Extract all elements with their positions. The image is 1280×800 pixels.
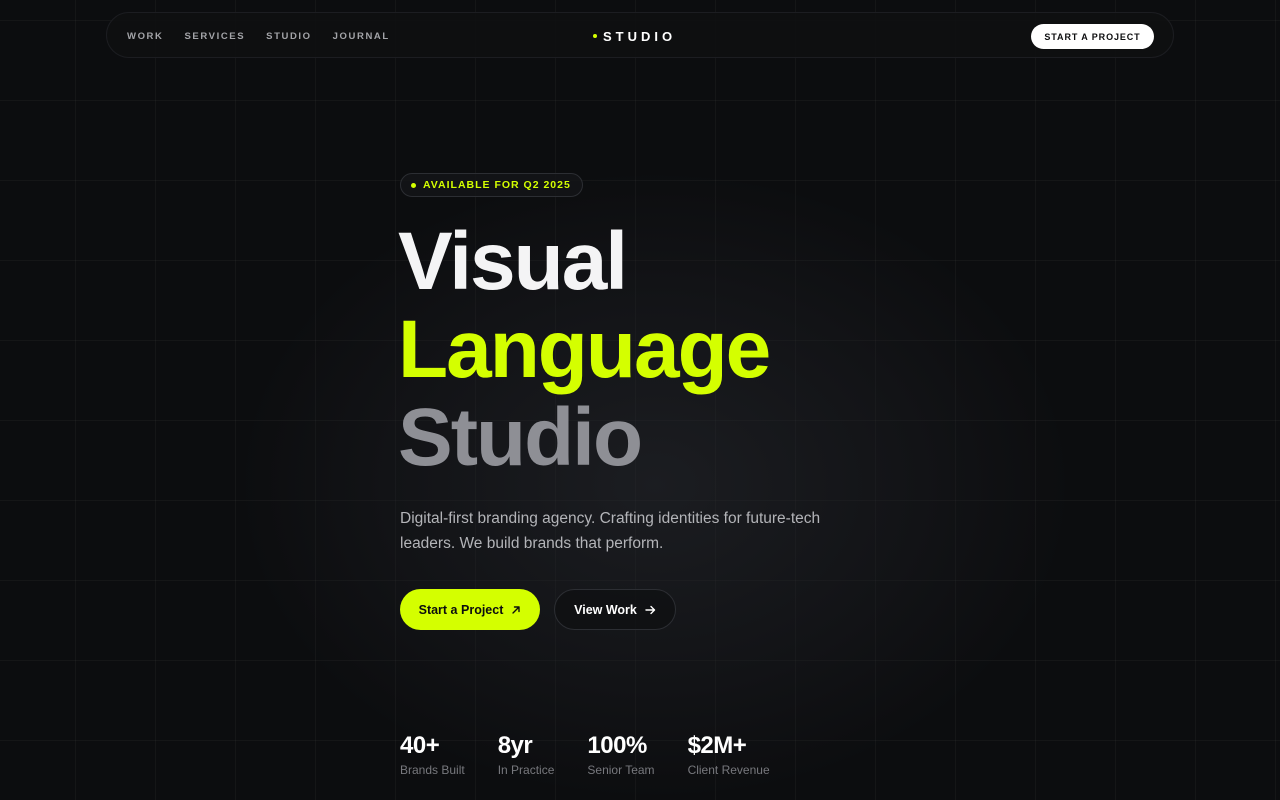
dot-icon	[593, 34, 597, 38]
nav-link-journal[interactable]: JOURNAL	[333, 31, 390, 42]
stat-brands: 40+ Brands Built	[400, 731, 465, 779]
stat-senior: 100% Senior Team	[587, 731, 654, 779]
page: WORK SERVICES STUDIO JOURNAL STUDIO STAR…	[0, 0, 1280, 800]
nav-links: WORK SERVICES STUDIO JOURNAL	[127, 13, 390, 59]
start-project-label: Start a Project	[418, 602, 504, 617]
start-project-nav-button[interactable]: START A PROJECT	[1031, 24, 1154, 49]
top-navigation: WORK SERVICES STUDIO JOURNAL STUDIO STAR…	[106, 12, 1174, 58]
arrow-up-right-icon	[511, 605, 521, 615]
start-project-button[interactable]: Start a Project	[400, 589, 540, 630]
hero-headline: Visual Language Studio	[398, 216, 771, 483]
nav-link-services[interactable]: SERVICES	[184, 31, 245, 42]
status-dot-icon	[411, 182, 416, 188]
stat-label: Client Revenue	[687, 763, 770, 777]
headline-line-3: Studio	[398, 392, 643, 483]
hero-description: Digital-first branding agency. Crafting …	[400, 510, 821, 552]
headline-line-1: Visual	[398, 216, 628, 307]
headline-line-2: Language	[398, 304, 771, 395]
nav-link-studio[interactable]: STUDIO	[266, 31, 312, 42]
view-work-button[interactable]: View Work	[554, 589, 676, 630]
stat-value: $2M+	[687, 732, 747, 759]
arrow-right-icon	[645, 605, 656, 615]
availability-badge: AVAILABLE FOR Q2 2025	[400, 173, 583, 197]
brand-logo[interactable]: STUDIO	[593, 13, 676, 59]
stats-row: 40+ Brands Built 8yr In Practice 100% Se…	[400, 731, 803, 779]
stat-revenue: $2M+ Client Revenue	[688, 731, 770, 779]
stat-label: Senior Team	[587, 763, 655, 777]
stat-value: 8yr	[497, 732, 533, 759]
nav-link-work[interactable]: WORK	[127, 31, 163, 42]
brand-name: STUDIO	[603, 28, 677, 44]
stat-label: In Practice	[497, 763, 555, 777]
stat-value: 100%	[587, 732, 647, 759]
stat-label: Brands Built	[400, 763, 465, 777]
view-work-label: View Work	[574, 602, 637, 617]
stat-years: 8yr In Practice	[498, 731, 555, 779]
availability-text: AVAILABLE FOR Q2 2025	[423, 179, 571, 191]
stat-value: 40+	[400, 732, 440, 759]
